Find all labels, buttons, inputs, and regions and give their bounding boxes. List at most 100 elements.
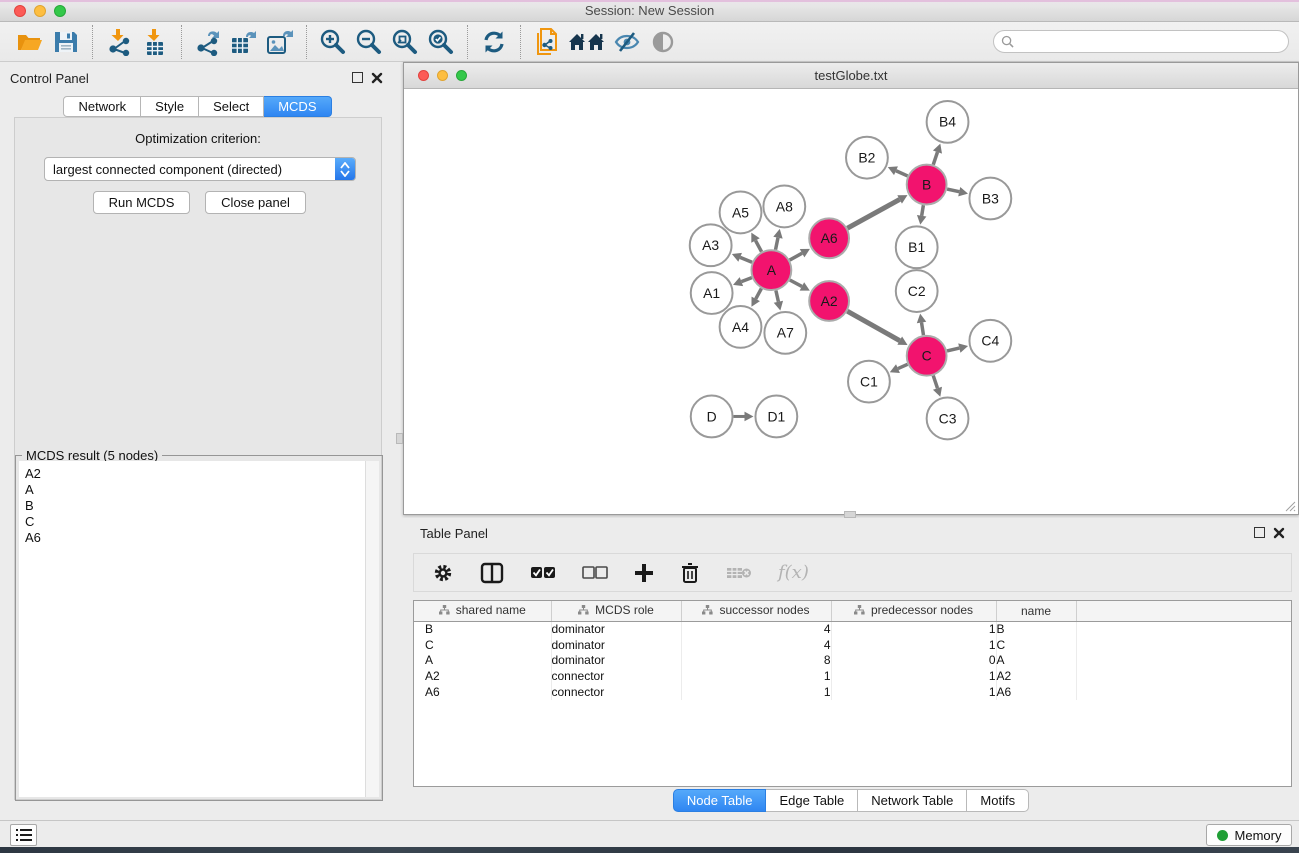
graph-edge-A-A5[interactable] [751,233,761,252]
graph-edge-A-A8[interactable] [773,229,782,250]
table-row[interactable]: Cdominator41C [414,637,1291,653]
graph-node-A2[interactable]: A2 [809,281,849,321]
graph-node-C4[interactable]: C4 [969,320,1011,362]
close-panel-icon[interactable] [1273,527,1285,539]
open-session-button[interactable] [12,25,48,59]
cell-name[interactable]: A2 [996,668,1076,684]
result-item[interactable]: A [19,482,379,498]
col-mcds-role[interactable]: MCDS role [551,601,681,621]
graph-edge-C-C3[interactable] [933,376,942,397]
cell-mcds_role[interactable]: dominator [551,637,681,653]
cell-predecessor_nodes[interactable]: 0 [831,653,996,669]
result-item[interactable]: B [19,498,379,514]
graph-edge-A-A7[interactable] [774,291,783,311]
graph-node-C3[interactable]: C3 [927,398,969,440]
graph-node-A4[interactable]: A4 [720,306,762,348]
run-mcds-button[interactable]: Run MCDS [93,191,190,214]
delete-table-button[interactable] [726,565,752,581]
result-item[interactable]: A6 [19,530,379,546]
table-row[interactable]: Adominator80A [414,653,1291,669]
import-network-button[interactable] [101,25,137,59]
hide-panels-button[interactable] [609,25,645,59]
import-table-button[interactable] [137,25,173,59]
graph-edge-B-B3[interactable] [947,187,968,196]
cell-mcds_role[interactable]: dominator [551,653,681,669]
graph-node-D1[interactable]: D1 [755,396,797,438]
memory-button[interactable]: Memory [1206,824,1292,846]
graph-edge-A2-C[interactable] [847,311,907,345]
cell-name[interactable]: A [996,653,1076,669]
col-predecessor-nodes[interactable]: predecessor nodes [831,601,996,621]
result-item[interactable]: C [19,514,379,530]
graph-node-A8[interactable]: A8 [763,186,805,228]
export-table-button[interactable] [226,25,262,59]
tab-network-table[interactable]: Network Table [858,789,967,812]
cell-predecessor_nodes[interactable]: 1 [831,684,996,700]
graph-node-D[interactable]: D [691,396,733,438]
graph-node-B4[interactable]: B4 [927,101,969,143]
search-field[interactable] [993,30,1289,53]
select-all-columns-button[interactable] [530,566,556,580]
network-canvas[interactable]: B4B2BB3A5A8A6B1A3AA1A2C2A4A7C4CC1DD1C3 [405,89,1297,514]
table-row[interactable]: A6connector11A6 [414,684,1291,700]
unselect-all-columns-button[interactable] [582,566,608,580]
tab-select[interactable]: Select [199,96,264,117]
close-panel-icon[interactable] [371,72,383,84]
graph-node-A6[interactable]: A6 [809,218,849,258]
optimization-criterion-select[interactable]: largest connected component (directed) [44,157,356,181]
graph-node-B2[interactable]: B2 [846,137,888,179]
show-column-panel-button[interactable] [480,562,504,584]
graph-node-A7[interactable]: A7 [764,312,806,354]
graph-edge-D-D1[interactable] [734,412,754,422]
graph-edge-B-B2[interactable] [888,166,908,176]
close-panel-button[interactable]: Close panel [205,191,306,214]
zoom-out-button[interactable] [351,25,387,59]
home-view-button[interactable] [565,25,609,59]
resize-grip-icon[interactable] [1284,500,1296,512]
table-settings-button[interactable] [432,562,454,584]
graph-edge-A-A1[interactable] [733,277,752,286]
cell-mcds_role[interactable]: connector [551,684,681,700]
delete-column-button[interactable] [680,562,700,584]
create-column-button[interactable] [634,563,654,583]
vertical-splitter-handle[interactable] [396,433,403,444]
cell-shared_name[interactable]: A [414,653,551,669]
export-image-button[interactable] [262,25,298,59]
graph-node-B1[interactable]: B1 [896,226,938,268]
tab-node-table[interactable]: Node Table [673,789,767,812]
graph-edge-A-A3[interactable] [732,253,752,262]
cell-shared_name[interactable]: A6 [414,684,551,700]
tab-motifs[interactable]: Motifs [967,789,1029,812]
tab-mcds[interactable]: MCDS [264,96,331,117]
task-history-button[interactable] [10,824,37,846]
function-builder-button[interactable]: f(x) [778,562,809,583]
result-list-scrollbar[interactable] [365,461,379,797]
cell-name[interactable]: C [996,637,1076,653]
result-item[interactable]: A2 [19,466,379,482]
new-network-from-selection-button[interactable] [529,25,565,59]
refresh-button[interactable] [476,25,512,59]
mcds-result-list[interactable]: A2ABCA6 [19,461,379,797]
tab-edge-table[interactable]: Edge Table [766,789,858,812]
cell-successor_nodes[interactable]: 4 [681,637,831,653]
col-successor-nodes[interactable]: successor nodes [681,601,831,621]
graph-edge-A6-B[interactable] [847,195,907,228]
cell-name[interactable]: A6 [996,684,1076,700]
show-panels-button[interactable] [645,25,681,59]
float-panel-icon[interactable] [352,72,363,83]
export-network-button[interactable] [190,25,226,59]
float-panel-icon[interactable] [1254,527,1265,538]
cell-predecessor_nodes[interactable]: 1 [831,621,996,637]
network-window-titlebar[interactable]: testGlobe.txt [404,63,1298,89]
search-input[interactable] [1018,33,1288,51]
cell-predecessor_nodes[interactable]: 1 [831,668,996,684]
table-row[interactable]: A2connector11A2 [414,668,1291,684]
horizontal-splitter-handle[interactable] [844,511,856,518]
graph-node-A5[interactable]: A5 [720,192,762,234]
cell-mcds_role[interactable]: connector [551,668,681,684]
graph-edge-B-B4[interactable] [933,144,942,165]
graph-edge-A-A4[interactable] [751,289,761,307]
cell-mcds_role[interactable]: dominator [551,621,681,637]
cell-predecessor_nodes[interactable]: 1 [831,637,996,653]
table-row[interactable]: Bdominator41B [414,621,1291,637]
